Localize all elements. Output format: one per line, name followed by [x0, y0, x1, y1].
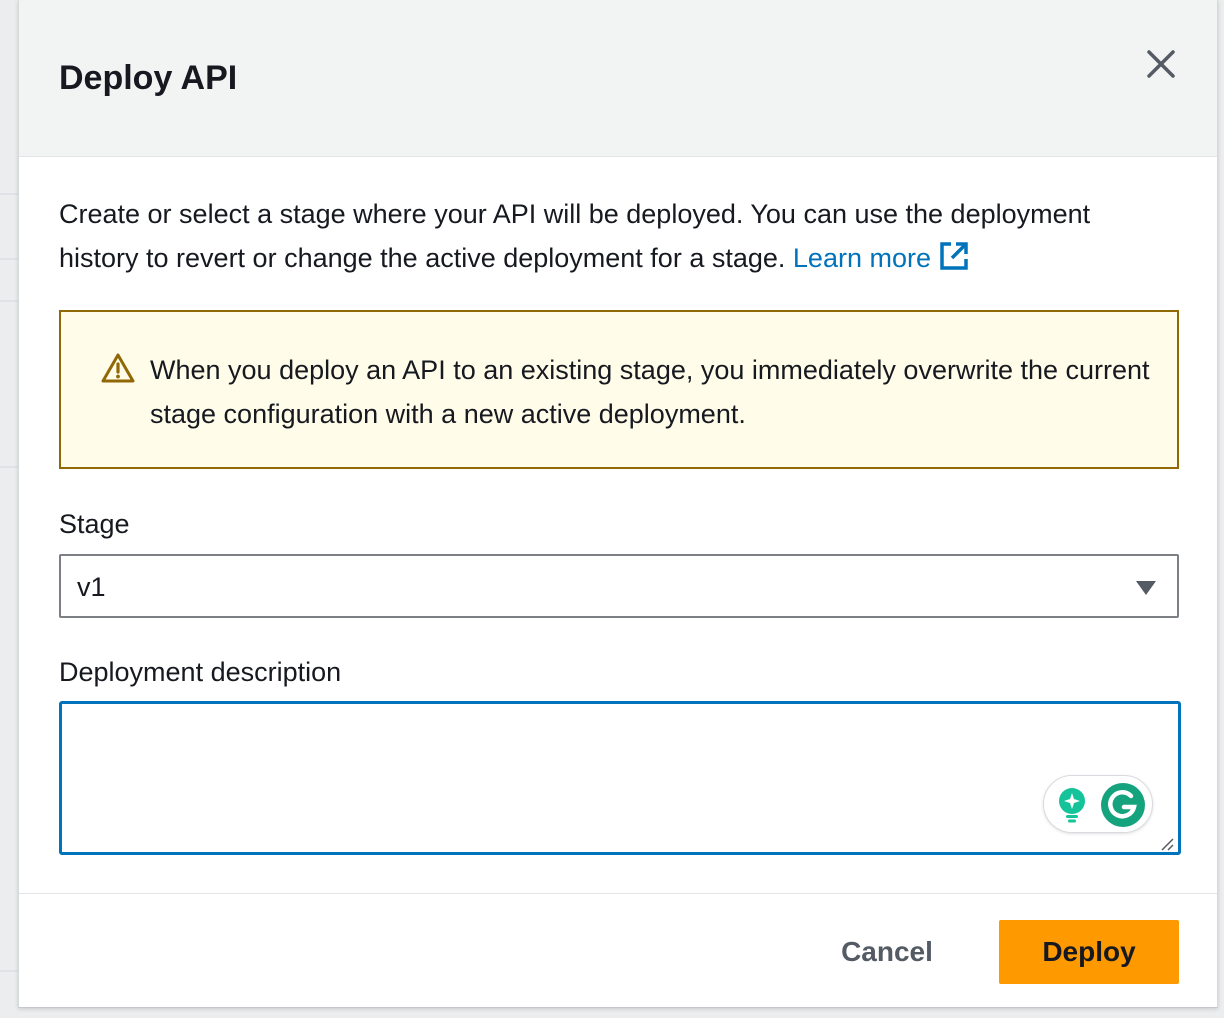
close-button[interactable] [1141, 42, 1181, 86]
lightbulb-icon [1059, 788, 1085, 823]
background-divider [0, 466, 18, 468]
deploy-button[interactable]: Deploy [999, 920, 1179, 984]
background-divider [0, 258, 18, 260]
stage-select[interactable]: v1 [59, 554, 1179, 618]
background-divider [0, 300, 18, 302]
warning-text: When you deploy an API to an existing st… [150, 355, 1150, 429]
deployment-description-label: Deployment description [59, 657, 342, 687]
background-divider [0, 193, 18, 195]
stage-selected-value: v1 [77, 572, 106, 602]
learn-more-link[interactable]: Learn more [792, 242, 969, 273]
close-icon [1147, 50, 1175, 78]
deployment-description-input[interactable] [59, 701, 1181, 855]
resize-handle-icon[interactable] [1159, 836, 1175, 852]
caret-down-icon [1136, 581, 1156, 595]
external-link-icon [940, 242, 968, 270]
footer-divider [19, 893, 1217, 894]
background-divider [0, 970, 18, 972]
deploy-api-dialog: Deploy API Create or select a stage wher… [18, 0, 1218, 1008]
learn-more-label: Learn more [792, 243, 931, 273]
stage-label: Stage [59, 509, 130, 539]
dialog-header: Deploy API [19, 0, 1217, 157]
grammarly-icon [1101, 783, 1145, 827]
warning-alert: When you deploy an API to an existing st… [59, 310, 1179, 469]
grammarly-widget[interactable] [1043, 775, 1153, 833]
dialog-description: Create or select a stage where your API … [59, 192, 1169, 280]
warning-icon [101, 353, 135, 383]
dialog-title: Deploy API [59, 59, 238, 97]
cancel-button[interactable]: Cancel [827, 920, 947, 984]
